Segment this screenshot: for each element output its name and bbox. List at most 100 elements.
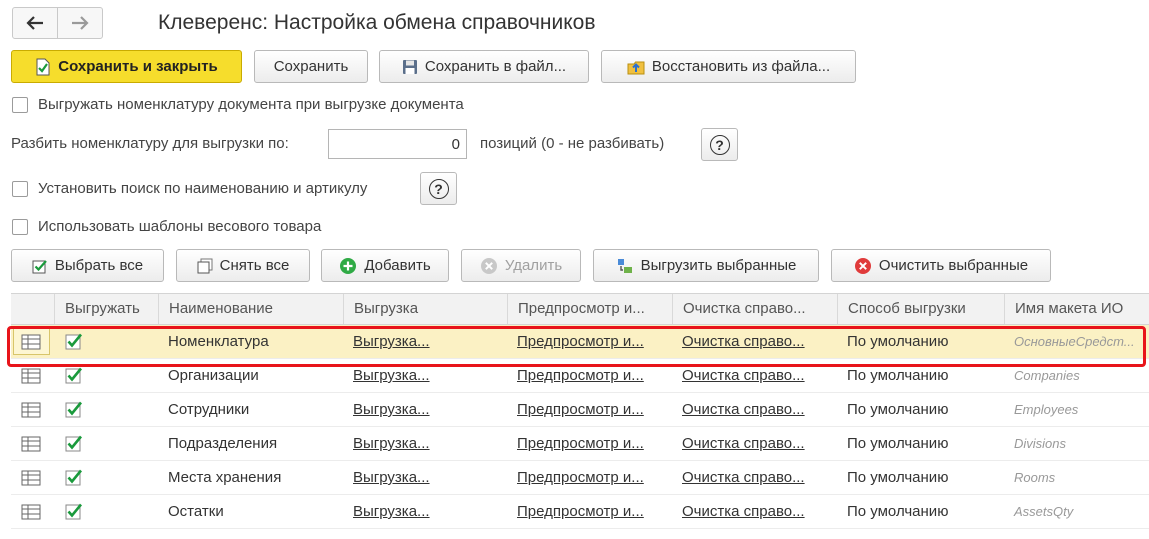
- cell-layout: Employees: [1014, 402, 1079, 417]
- clear-circle-icon: [854, 257, 872, 275]
- split-quantity-input[interactable]: [328, 129, 467, 159]
- export-nomenclature-label: Выгружать номенклатуру документа при выг…: [38, 96, 464, 113]
- table-header: Выгружать Наименование Выгрузка Предпрос…: [11, 293, 1149, 325]
- export-flag-checkbox[interactable]: [65, 503, 85, 521]
- column-header-clear[interactable]: Очистка справо...: [672, 294, 837, 324]
- column-header-name[interactable]: Наименование: [158, 294, 343, 324]
- cell-export-link[interactable]: Выгрузка...: [343, 461, 507, 495]
- table-row[interactable]: Остатки Выгрузка... Предпросмотр и... Очист…: [11, 495, 1149, 529]
- cell-name: Подразделения: [168, 435, 278, 452]
- cell-name: Номенклатура: [168, 333, 269, 350]
- select-all-button[interactable]: Выбрать все: [11, 249, 164, 282]
- table-row[interactable]: Сотрудники Выгрузка... Предпросмотр и... Оч…: [11, 393, 1149, 427]
- column-header-preview[interactable]: Предпросмотр и...: [507, 294, 672, 324]
- cell-clear-link[interactable]: Очистка справо...: [672, 325, 837, 359]
- cell-preview-link[interactable]: Предпросмотр и...: [507, 359, 672, 393]
- forward-button[interactable]: [57, 8, 102, 38]
- cell-preview-link[interactable]: Предпросмотр и...: [507, 461, 672, 495]
- weight-templates-checkbox[interactable]: [12, 219, 28, 235]
- table-row[interactable]: Подразделения Выгрузка... Предпросмотр и..…: [11, 427, 1149, 461]
- table-grid-icon: [21, 470, 41, 486]
- question-circle-icon: ?: [709, 134, 730, 155]
- table-row[interactable]: Места хранения Выгрузка... Предпросмотр и.…: [11, 461, 1149, 495]
- cell-layout: Divisions: [1014, 436, 1067, 451]
- save-button[interactable]: Сохранить: [254, 50, 368, 83]
- export-selected-label: Выгрузить выбранные: [640, 257, 797, 274]
- back-button[interactable]: [13, 8, 57, 38]
- checkbox-checked-icon: [32, 258, 48, 274]
- cell-clear-link[interactable]: Очистка справо...: [672, 495, 837, 529]
- cell-name: Организации: [168, 367, 259, 384]
- delete-label: Удалить: [504, 257, 563, 274]
- table-grid-icon: [21, 402, 41, 418]
- add-button[interactable]: Добавить: [321, 249, 449, 282]
- question-circle-icon: ?: [428, 178, 449, 199]
- cell-method: По умолчанию: [847, 333, 949, 350]
- cell-export-link[interactable]: Выгрузка...: [343, 427, 507, 461]
- export-flag-checkbox[interactable]: [65, 469, 85, 487]
- select-all-label: Выбрать все: [54, 257, 144, 274]
- save-to-file-label: Сохранить в файл...: [424, 58, 567, 75]
- save-and-close-button[interactable]: Сохранить и закрыть: [11, 50, 242, 83]
- floppy-disk-icon: [402, 59, 418, 75]
- cell-layout: Companies: [1014, 368, 1080, 383]
- save-label: Сохранить: [273, 58, 349, 75]
- cell-clear-link[interactable]: Очистка справо...: [672, 359, 837, 393]
- export-database-icon: [616, 257, 634, 275]
- cell-layout: ОсновныеСредст...: [1014, 334, 1135, 349]
- cell-clear-link[interactable]: Очистка справо...: [672, 427, 837, 461]
- split-label: Разбить номенклатуру для выгрузки по:: [11, 135, 289, 152]
- arrow-left-icon: [26, 16, 43, 30]
- cell-method: По умолчанию: [847, 401, 949, 418]
- unselect-all-button[interactable]: Снять все: [176, 249, 310, 282]
- clear-selected-label: Очистить выбранные: [878, 257, 1029, 274]
- nav-buttons: [12, 7, 103, 39]
- checkbox-empty-icon: [197, 258, 213, 274]
- cell-export-link[interactable]: Выгрузка...: [343, 393, 507, 427]
- window-title: Клеверенс: Настройка обмена справочников: [158, 11, 596, 34]
- cell-preview-link[interactable]: Предпросмотр и...: [507, 427, 672, 461]
- document-check-icon: [35, 58, 51, 76]
- restore-from-file-label: Восстановить из файла...: [651, 58, 831, 75]
- export-flag-checkbox[interactable]: [65, 367, 85, 385]
- cell-method: По умолчанию: [847, 503, 949, 520]
- table-row[interactable]: Номенклатура Выгрузка... Предпросмотр и...…: [11, 325, 1149, 359]
- search-by-name-label: Установить поиск по наименованию и артик…: [38, 180, 368, 197]
- clear-selected-button[interactable]: Очистить выбранные: [831, 249, 1051, 282]
- cell-method: По умолчанию: [847, 435, 949, 452]
- save-to-file-button[interactable]: Сохранить в файл...: [379, 50, 589, 83]
- cell-clear-link[interactable]: Очистка справо...: [672, 461, 837, 495]
- table-row[interactable]: Организации Выгрузка... Предпросмотр и... О…: [11, 359, 1149, 393]
- cell-preview-link[interactable]: Предпросмотр и...: [507, 325, 672, 359]
- cell-preview-link[interactable]: Предпросмотр и...: [507, 495, 672, 529]
- column-header-export[interactable]: Выгрузка: [343, 294, 507, 324]
- cell-clear-link[interactable]: Очистка справо...: [672, 393, 837, 427]
- export-flag-checkbox[interactable]: [65, 435, 85, 453]
- export-selected-button[interactable]: Выгрузить выбранные: [593, 249, 819, 282]
- cell-export-link[interactable]: Выгрузка...: [343, 325, 507, 359]
- search-help-button[interactable]: ?: [420, 172, 457, 205]
- column-header-layout[interactable]: Имя макета ИО: [1004, 294, 1149, 324]
- cell-export-link[interactable]: Выгрузка...: [343, 495, 507, 529]
- cell-name: Места хранения: [168, 469, 282, 486]
- cell-name: Остатки: [168, 503, 224, 520]
- unselect-all-label: Снять все: [219, 257, 290, 274]
- export-flag-checkbox[interactable]: [65, 401, 85, 419]
- delete-button[interactable]: Удалить: [461, 249, 581, 282]
- cell-method: По умолчанию: [847, 469, 949, 486]
- cell-preview-link[interactable]: Предпросмотр и...: [507, 393, 672, 427]
- export-nomenclature-checkbox[interactable]: [12, 97, 28, 113]
- split-suffix-label: позиций (0 - не разбивать): [480, 135, 665, 152]
- column-header-export-flag[interactable]: Выгружать: [54, 294, 158, 324]
- add-label: Добавить: [364, 257, 431, 274]
- export-flag-checkbox[interactable]: [65, 333, 85, 351]
- column-header-icon[interactable]: [11, 294, 54, 324]
- cell-export-link[interactable]: Выгрузка...: [343, 359, 507, 393]
- restore-from-file-button[interactable]: Восстановить из файла...: [601, 50, 856, 83]
- search-by-name-checkbox[interactable]: [12, 181, 28, 197]
- split-help-button[interactable]: ?: [701, 128, 738, 161]
- column-header-method[interactable]: Способ выгрузки: [837, 294, 1004, 324]
- table-grid-icon: [21, 368, 41, 384]
- cell-layout: Rooms: [1014, 470, 1056, 485]
- cell-layout: AssetsQty: [1014, 504, 1074, 519]
